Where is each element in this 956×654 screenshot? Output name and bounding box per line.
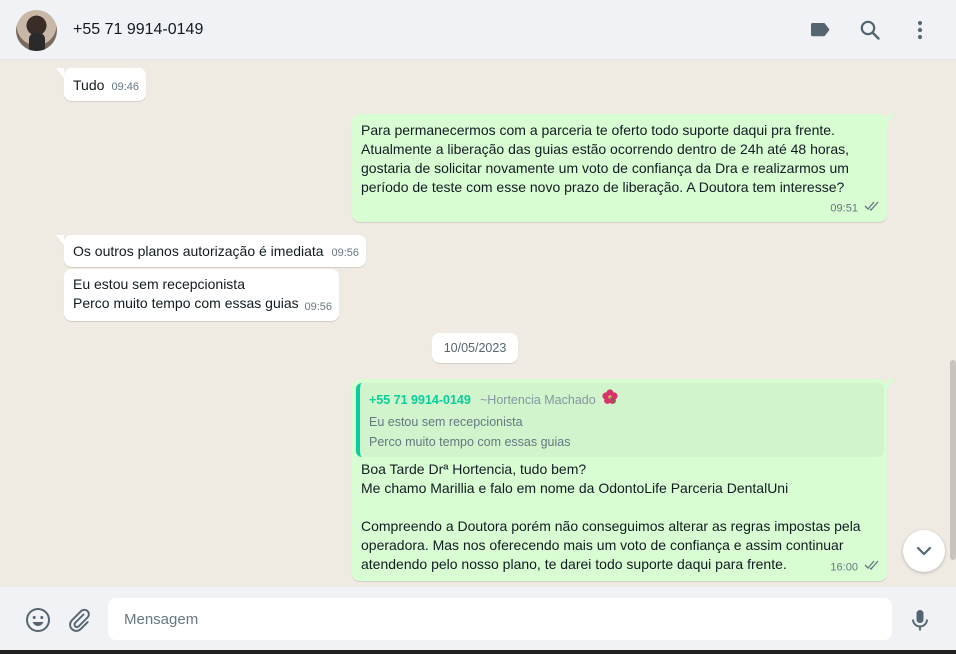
quoted-alias: ~Hortencia Machado — [480, 393, 596, 407]
message-outgoing[interactable]: Para permanecermos com a parceria te ofe… — [352, 114, 895, 222]
message-text: Os outros planos autorização é imediata — [73, 243, 324, 259]
bubble-tail — [887, 379, 895, 389]
bubble-tail — [56, 68, 64, 78]
message-incoming[interactable]: Eu estou sem recepcionista Perco muito t… — [64, 269, 339, 321]
message-input[interactable] — [108, 598, 892, 640]
chat-header: +55 71 9914-0149 — [0, 0, 956, 60]
search-icon[interactable] — [858, 18, 882, 42]
menu-dots-icon[interactable] — [908, 18, 932, 42]
compose-bar — [0, 587, 956, 654]
scroll-down-button[interactable] — [903, 530, 945, 572]
hibiscus-icon — [601, 388, 619, 406]
attach-icon[interactable] — [66, 607, 92, 633]
quoted-message[interactable]: +55 71 9914-0149 ~Hortencia Machado Eu e… — [356, 383, 884, 457]
quoted-sender: +55 71 9914-0149 — [369, 393, 471, 407]
label-icon[interactable] — [808, 18, 832, 42]
chevron-down-icon — [916, 546, 932, 556]
message-time: 09:51 — [830, 202, 858, 214]
message-time: 09:56 — [331, 247, 359, 259]
chat-scrollbar[interactable] — [950, 360, 956, 560]
message-time: 09:56 — [304, 301, 332, 313]
date-divider: 10/05/2023 — [432, 333, 518, 363]
bubble-tail — [56, 235, 64, 245]
message-text: Eu estou sem recepcionista Perco muito t… — [73, 276, 299, 311]
bubble-tail — [887, 114, 895, 124]
contact-name[interactable]: +55 71 9914-0149 — [73, 21, 203, 39]
emoji-icon[interactable] — [25, 607, 51, 633]
message-text: Para permanecermos com a parceria te ofe… — [361, 122, 849, 195]
chat-panel[interactable]: Tudo 09:46 Para permanecermos com a parc… — [0, 60, 956, 587]
message-text: Tudo — [73, 77, 105, 93]
message-text: Boa Tarde Drª Hortencia, tudo bem? Me ch… — [361, 461, 861, 572]
message-meta: 09:51 — [830, 199, 880, 218]
message-incoming[interactable]: Tudo 09:46 — [56, 68, 146, 101]
read-ticks-icon — [864, 199, 880, 218]
quoted-text: Eu estou sem recepcionista Perco muito t… — [369, 415, 571, 449]
message-outgoing[interactable]: +55 71 9914-0149 ~Hortencia Machado Eu e… — [352, 379, 895, 581]
read-ticks-icon — [864, 558, 880, 577]
window-edge — [0, 650, 956, 654]
message-incoming[interactable]: Os outros planos autorização é imediata … — [56, 235, 366, 267]
mic-icon[interactable] — [907, 607, 933, 633]
message-time: 16:00 — [830, 561, 858, 573]
message-time: 09:46 — [111, 81, 139, 93]
message-meta: 16:00 — [830, 558, 880, 577]
avatar[interactable] — [16, 10, 57, 51]
